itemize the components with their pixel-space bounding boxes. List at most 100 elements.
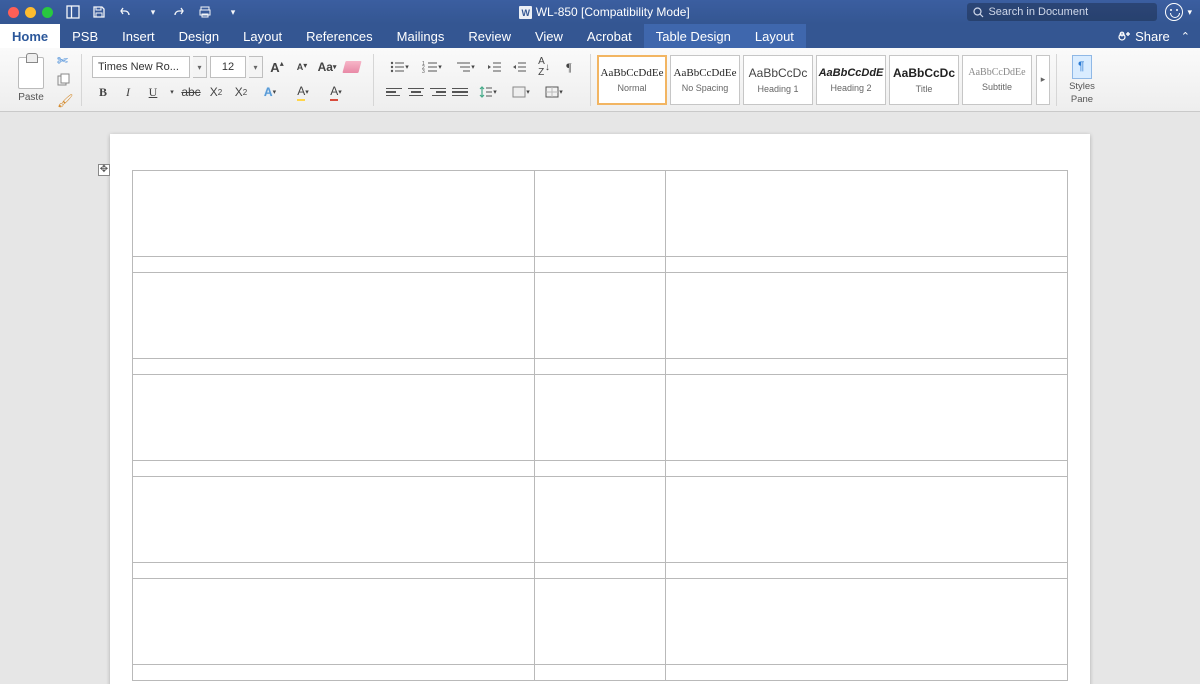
- table-row[interactable]: [133, 477, 1068, 563]
- page[interactable]: ✥: [110, 134, 1090, 684]
- style-title[interactable]: AaBbCcDcTitle: [889, 55, 959, 105]
- table-cell[interactable]: [665, 273, 1067, 359]
- table-cell[interactable]: [535, 461, 666, 477]
- print-icon[interactable]: [197, 4, 213, 20]
- feedback-dropdown-icon[interactable]: ▾: [1187, 7, 1192, 18]
- style-heading-1[interactable]: AaBbCcDcHeading 1: [743, 55, 813, 105]
- align-center-button[interactable]: [406, 83, 426, 101]
- table-row[interactable]: [133, 171, 1068, 257]
- table-cell[interactable]: [535, 375, 666, 461]
- borders-button[interactable]: ▾: [539, 81, 569, 103]
- table-cell[interactable]: [535, 273, 666, 359]
- multilevel-list-button[interactable]: ▾: [450, 56, 480, 78]
- table-cell[interactable]: [535, 257, 666, 273]
- share-button[interactable]: Share ⌃: [1107, 24, 1200, 48]
- font-name-dropdown-icon[interactable]: ▾: [193, 56, 207, 78]
- table-cell[interactable]: [535, 359, 666, 375]
- table-cell[interactable]: [535, 665, 666, 681]
- style-no-spacing[interactable]: AaBbCcDdEeNo Spacing: [670, 55, 740, 105]
- font-size-dropdown-icon[interactable]: ▾: [249, 56, 263, 78]
- numbering-button[interactable]: 123▾: [417, 56, 447, 78]
- shrink-font-button[interactable]: A▾: [291, 56, 313, 78]
- table-cell[interactable]: [133, 461, 535, 477]
- table-cell[interactable]: [665, 579, 1067, 665]
- table-row[interactable]: [133, 257, 1068, 273]
- qat-customize-icon[interactable]: ▾: [225, 4, 241, 20]
- align-justify-button[interactable]: [450, 83, 470, 101]
- table-cell[interactable]: [133, 359, 535, 375]
- undo-dropdown-icon[interactable]: ▾: [145, 4, 161, 20]
- style-normal[interactable]: AaBbCcDdEeNormal: [597, 55, 667, 105]
- tab-design[interactable]: Design: [167, 24, 231, 48]
- table-cell[interactable]: [133, 375, 535, 461]
- bold-button[interactable]: B: [92, 81, 114, 103]
- redo-icon[interactable]: [171, 4, 187, 20]
- table-cell[interactable]: [665, 171, 1067, 257]
- tab-table-design[interactable]: Table Design: [644, 24, 743, 48]
- show-marks-button[interactable]: ¶: [558, 56, 580, 78]
- table-row[interactable]: [133, 665, 1068, 681]
- table-cell[interactable]: [665, 375, 1067, 461]
- table-cell[interactable]: [133, 171, 535, 257]
- table-cell[interactable]: [665, 257, 1067, 273]
- increase-indent-button[interactable]: [508, 56, 530, 78]
- align-right-button[interactable]: [428, 83, 448, 101]
- table-cell[interactable]: [535, 579, 666, 665]
- tab-review[interactable]: Review: [456, 24, 523, 48]
- bullets-button[interactable]: ▾: [384, 56, 414, 78]
- document-table[interactable]: [132, 170, 1068, 681]
- cut-icon[interactable]: ✄: [57, 53, 71, 67]
- tab-mailings[interactable]: Mailings: [385, 24, 457, 48]
- paste-button[interactable]: Paste: [10, 52, 52, 108]
- table-cell[interactable]: [535, 563, 666, 579]
- close-window-button[interactable]: [8, 7, 19, 18]
- table-row[interactable]: [133, 359, 1068, 375]
- highlight-button[interactable]: A▾: [288, 81, 318, 103]
- styles-pane-button[interactable]: Styles Pane: [1063, 55, 1101, 105]
- collapse-ribbon-icon[interactable]: ⌃: [1181, 30, 1190, 43]
- style-heading-2[interactable]: AaBbCcDdEHeading 2: [816, 55, 886, 105]
- font-color-button[interactable]: A▾: [321, 81, 351, 103]
- superscript-button[interactable]: X2: [230, 81, 252, 103]
- table-cell[interactable]: [133, 563, 535, 579]
- font-size-combo[interactable]: 12: [210, 56, 246, 78]
- tab-view[interactable]: View: [523, 24, 575, 48]
- minimize-window-button[interactable]: [25, 7, 36, 18]
- table-cell[interactable]: [665, 461, 1067, 477]
- table-row[interactable]: [133, 375, 1068, 461]
- format-painter-icon[interactable]: 🖌: [57, 93, 71, 107]
- grow-font-button[interactable]: A▴: [266, 56, 288, 78]
- search-input[interactable]: Search in Document: [967, 3, 1157, 21]
- line-spacing-button[interactable]: ▾: [473, 81, 503, 103]
- tab-home[interactable]: Home: [0, 24, 60, 48]
- table-cell[interactable]: [133, 477, 535, 563]
- feedback-icon[interactable]: [1165, 3, 1183, 21]
- underline-button[interactable]: U: [142, 81, 164, 103]
- decrease-indent-button[interactable]: [483, 56, 505, 78]
- table-row[interactable]: [133, 273, 1068, 359]
- underline-dropdown[interactable]: ▾: [167, 81, 177, 103]
- table-cell[interactable]: [665, 563, 1067, 579]
- tab-acrobat[interactable]: Acrobat: [575, 24, 644, 48]
- clear-formatting-button[interactable]: [341, 56, 363, 78]
- zoom-window-button[interactable]: [42, 7, 53, 18]
- strikethrough-button[interactable]: abc: [180, 81, 202, 103]
- table-row[interactable]: [133, 579, 1068, 665]
- styles-gallery-more-icon[interactable]: ▸: [1036, 55, 1050, 105]
- table-cell[interactable]: [535, 171, 666, 257]
- style-subtitle[interactable]: AaBbCcDdEeSubtitle: [962, 55, 1032, 105]
- table-cell[interactable]: [665, 359, 1067, 375]
- font-name-combo[interactable]: Times New Ro...: [92, 56, 190, 78]
- italic-button[interactable]: I: [117, 81, 139, 103]
- shading-button[interactable]: ▾: [506, 81, 536, 103]
- tab-layout[interactable]: Layout: [231, 24, 294, 48]
- table-cell[interactable]: [535, 477, 666, 563]
- sort-button[interactable]: AZ↓: [533, 56, 555, 78]
- tab-insert[interactable]: Insert: [110, 24, 167, 48]
- subscript-button[interactable]: X2: [205, 81, 227, 103]
- undo-icon[interactable]: [117, 4, 133, 20]
- align-left-button[interactable]: [384, 83, 404, 101]
- table-cell[interactable]: [133, 257, 535, 273]
- tab-layout[interactable]: Layout: [743, 24, 806, 48]
- table-cell[interactable]: [133, 665, 535, 681]
